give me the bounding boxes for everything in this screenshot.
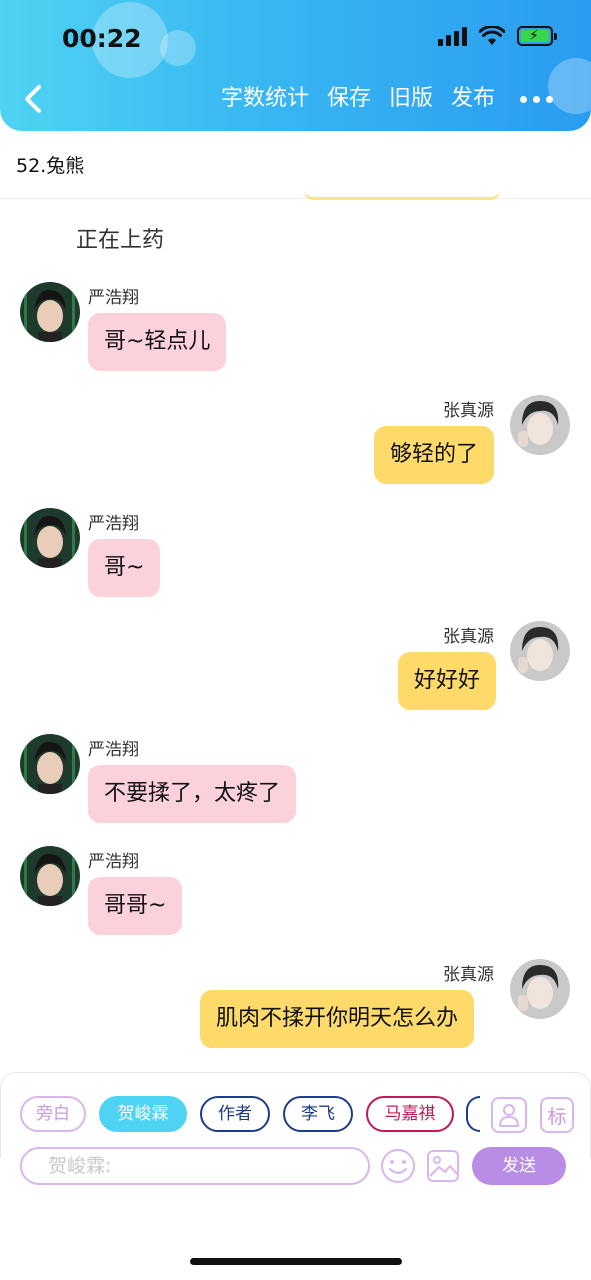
message-bubble[interactable]: 哥~轻点儿 (88, 313, 227, 371)
sender-name: 严浩翔 (88, 852, 139, 872)
avatar-zhang[interactable] (510, 621, 570, 681)
sender-name: 严浩翔 (88, 288, 139, 308)
tag-icon[interactable]: 标 (540, 1097, 574, 1133)
role-chip-narrator[interactable]: 旁白 (20, 1096, 86, 1132)
decor-bubble (548, 58, 591, 114)
battery-icon: ⚡ (517, 26, 557, 46)
role-chip-author[interactable]: 作者 (200, 1096, 270, 1132)
message-input[interactable]: 贺峻霖: (20, 1147, 370, 1185)
decor-bubble (160, 30, 196, 66)
story-title-bar: 52.兔熊 (0, 131, 591, 199)
role-chip-ma[interactable]: 马嘉祺 (366, 1096, 454, 1132)
save-button[interactable]: 保存 (327, 84, 371, 114)
sender-name: 严浩翔 (88, 514, 139, 534)
previous-bubble-edge (304, 188, 500, 200)
role-chip-he[interactable]: 贺峻霖 (99, 1096, 187, 1132)
sender-name: 张真源 (443, 627, 494, 647)
sender-name: 张真源 (443, 965, 494, 985)
role-chip-li[interactable]: 李飞 (283, 1096, 353, 1132)
emoji-icon[interactable] (380, 1148, 416, 1184)
avatar-yan[interactable] (20, 734, 80, 794)
signal-icon (438, 26, 467, 46)
send-button[interactable]: 发送 (472, 1147, 566, 1185)
message-bubble[interactable]: 肌肉不揉开你明天怎么办 (200, 990, 475, 1048)
role-chip-partial[interactable] (466, 1096, 480, 1132)
narration-text[interactable]: 正在上药 (76, 222, 164, 254)
avatar-yan[interactable] (20, 846, 80, 906)
home-indicator (190, 1258, 402, 1265)
wifi-icon (479, 26, 505, 45)
sender-name: 严浩翔 (88, 740, 139, 760)
status-icons: ⚡ (438, 26, 557, 46)
more-icon[interactable] (520, 96, 553, 103)
avatar-zhang[interactable] (510, 959, 570, 1019)
word-count-button[interactable]: 字数统计 (221, 84, 309, 114)
sender-name: 张真源 (443, 401, 494, 421)
status-time: 00:22 (62, 24, 142, 53)
avatar-yan[interactable] (20, 508, 80, 568)
chat-editor-screen: 00:22 ⚡ 字数统计 保存 旧版 发布 52.兔熊 正在上药 严浩翔 哥~轻… (0, 0, 591, 1280)
message-bubble[interactable]: 哥~ (88, 539, 161, 597)
image-icon[interactable] (426, 1149, 460, 1183)
message-bubble[interactable]: 好好好 (398, 652, 497, 710)
nav-actions: 字数统计 保存 旧版 发布 (221, 84, 495, 114)
story-title: 52.兔熊 (16, 155, 85, 177)
message-bubble[interactable]: 够轻的了 (374, 426, 495, 484)
publish-button[interactable]: 发布 (451, 84, 495, 114)
role-manage-icon[interactable] (491, 1097, 527, 1133)
avatar-zhang[interactable] (510, 395, 570, 455)
avatar-yan[interactable] (20, 282, 80, 342)
message-bubble[interactable]: 哥哥~ (88, 877, 183, 935)
back-icon[interactable] (22, 84, 44, 114)
message-bubble[interactable]: 不要揉了，太疼了 (88, 765, 297, 823)
top-header: 00:22 ⚡ 字数统计 保存 旧版 发布 (0, 0, 591, 131)
old-version-button[interactable]: 旧版 (389, 84, 433, 114)
